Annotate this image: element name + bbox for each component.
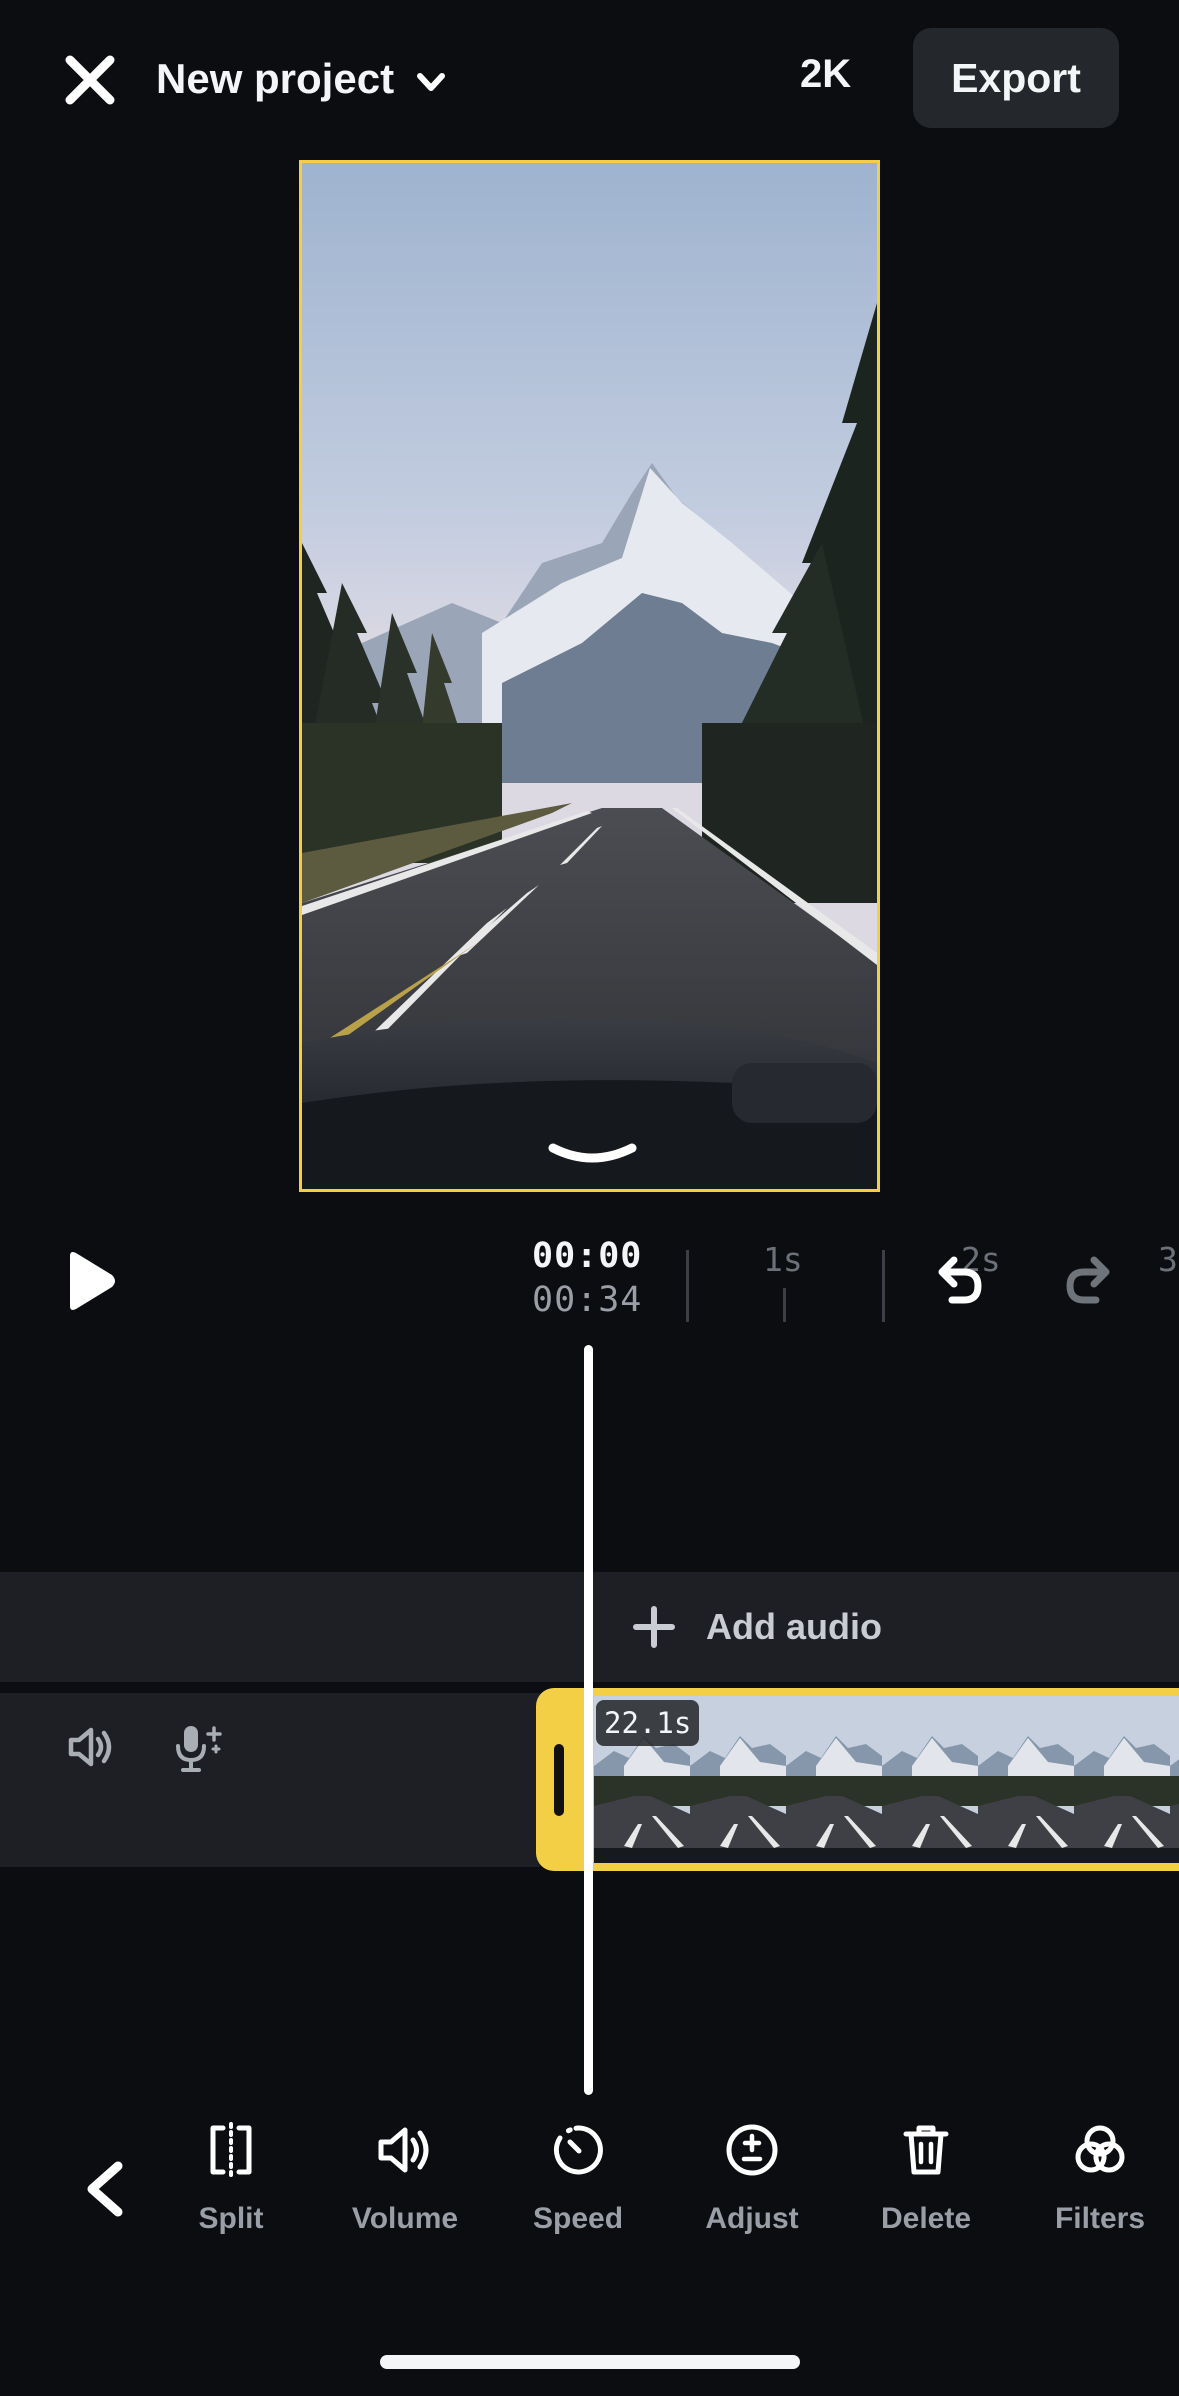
- top-bar: New project 2K Export: [0, 0, 1179, 160]
- split-tool[interactable]: Split: [156, 2120, 306, 2240]
- preview-frame-image: [302, 163, 877, 1189]
- close-icon: [65, 55, 115, 105]
- microphone-sparkle-icon: [176, 1726, 222, 1772]
- trash-icon: [903, 2125, 949, 2175]
- redo-icon: [1066, 1256, 1110, 1304]
- project-title: New project: [156, 55, 395, 102]
- delete-label: Delete: [880, 2202, 972, 2235]
- add-audio-button[interactable]: Add audio: [632, 1602, 882, 1652]
- ruler-label: 3: [1158, 1240, 1178, 1279]
- delete-tool[interactable]: Delete: [851, 2120, 1001, 2240]
- add-audio-label: Add audio: [706, 1606, 882, 1647]
- filters-label: Filters: [1054, 2202, 1146, 2235]
- project-title-dropdown[interactable]: New project: [156, 48, 448, 110]
- playhead[interactable]: [584, 1345, 593, 2095]
- home-indicator[interactable]: [380, 2355, 800, 2369]
- chevron-down-icon: [417, 73, 446, 91]
- volume-icon: [378, 2127, 429, 2173]
- timecode-display: 00:00 00:34: [532, 1236, 642, 1320]
- plus-icon: [633, 1606, 675, 1648]
- chevron-left-icon: [87, 2161, 123, 2217]
- speed-tool[interactable]: Speed: [503, 2120, 653, 2240]
- track-volume-button[interactable]: [66, 1722, 116, 1772]
- clip-thumbnail: [1074, 1696, 1170, 1863]
- redo-button[interactable]: [1062, 1250, 1118, 1306]
- play-icon: [70, 1252, 115, 1310]
- adjust-icon: [726, 2124, 778, 2176]
- clip-trim-handle[interactable]: [554, 1744, 564, 1816]
- volume-icon: [68, 1727, 112, 1767]
- speed-icon: [553, 2125, 603, 2175]
- total-time: 00:34: [532, 1280, 643, 1320]
- resolution-selector[interactable]: 2K: [800, 52, 851, 97]
- clip-thumbnail: [786, 1696, 882, 1863]
- ruler-tick: [882, 1250, 885, 1322]
- split-icon: [210, 2122, 252, 2178]
- clip-thumbnail: [1170, 1696, 1179, 1863]
- undo-button[interactable]: [930, 1250, 986, 1306]
- adjust-label: Adjust: [705, 2202, 799, 2235]
- voiceover-button[interactable]: [170, 1720, 226, 1776]
- ruler-label: 1s: [763, 1240, 803, 1279]
- undo-icon: [938, 1256, 982, 1304]
- collapse-chevron-icon[interactable]: [545, 1138, 640, 1178]
- volume-label: Volume: [351, 2202, 459, 2235]
- split-label: Split: [198, 2202, 264, 2235]
- clip-duration-badge: 22.1s: [596, 1700, 700, 1746]
- ruler-tick: [783, 1288, 786, 1322]
- ruler-tick: [686, 1250, 689, 1322]
- clip-thumbnail: [690, 1696, 786, 1863]
- filters-icon: [1075, 2125, 1125, 2173]
- clip-thumbnail: [882, 1696, 978, 1863]
- back-button[interactable]: [82, 2160, 128, 2218]
- clip-thumbnail: [978, 1696, 1074, 1863]
- volume-tool[interactable]: Volume: [330, 2120, 480, 2240]
- video-track-controls: [0, 1693, 540, 1867]
- current-time: 00:00: [532, 1236, 643, 1276]
- video-editor-screen: New project 2K Export 00:00 00:34 1s 2s …: [0, 0, 1179, 2396]
- play-button[interactable]: [62, 1250, 118, 1312]
- close-button[interactable]: [60, 50, 120, 110]
- speed-label: Speed: [532, 2202, 624, 2235]
- export-button[interactable]: Export: [913, 28, 1119, 128]
- video-preview[interactable]: [299, 160, 880, 1192]
- filters-tool[interactable]: Filters: [1025, 2120, 1175, 2240]
- adjust-tool[interactable]: Adjust: [677, 2120, 827, 2240]
